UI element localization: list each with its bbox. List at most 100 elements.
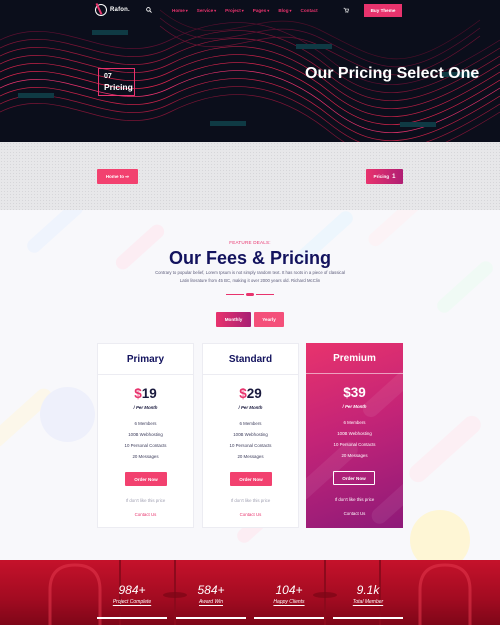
underline-bar: [256, 294, 274, 296]
divider: [306, 373, 403, 374]
price-note: If don't like this price: [334, 497, 375, 502]
stat-value: 9.1k: [356, 583, 380, 597]
underline-bar: [226, 294, 244, 296]
stat-underline-bar: [97, 617, 167, 619]
stats-section: [0, 560, 500, 625]
section-eyebrow: FEATURE DEALS:: [229, 240, 271, 245]
decorative-circle: [410, 510, 470, 560]
chevron-down-icon: ▾: [185, 8, 188, 13]
plan-name: Standard: [228, 354, 273, 365]
stat-caption: Total Member: [352, 599, 384, 605]
stat-caption: Project Complete: [112, 599, 152, 605]
page-number-badge: 07 Pricing: [98, 68, 135, 96]
decorative-pill: [405, 412, 485, 486]
stat-project-complete: 984+ Project Complete: [97, 583, 167, 605]
menu-item-blog[interactable]: Blog▾: [278, 8, 291, 13]
title-underline: [226, 293, 274, 296]
logo-text: Rafon.: [110, 7, 130, 13]
toggle-yearly[interactable]: Yearly: [254, 312, 284, 327]
price-period: / Per Month: [342, 404, 367, 409]
breadcrumb-current-number: 1: [392, 173, 396, 180]
buy-theme-button[interactable]: Buy Theme: [364, 4, 402, 17]
hero-title: Our Pricing Select One: [305, 65, 480, 82]
chevron-down-icon: ▾: [214, 8, 217, 13]
breadcrumb-current-label: Pricing: [373, 174, 390, 179]
section-title: Our Fees & Pricing: [168, 248, 332, 268]
plan-name: Premium: [333, 353, 376, 364]
stat-award-win: 584+ Award Win: [176, 583, 246, 605]
underline-dot: [246, 293, 254, 296]
breadcrumb-band: [0, 142, 500, 210]
feature-item: 20 Messages: [132, 454, 159, 459]
search-icon[interactable]: [146, 7, 152, 13]
feature-item: 100B Webhosting: [337, 431, 372, 436]
feature-item: 100B Webhosting: [233, 432, 268, 437]
section-subtitle: Contrary to popular belief, Lorem Ipsum …: [155, 270, 345, 283]
chevron-down-icon: ▾: [289, 8, 292, 13]
stat-total-member: 9.1k Total Member: [333, 583, 403, 605]
stat-underline-bar: [254, 617, 324, 619]
menu-item-home[interactable]: Home▾: [172, 8, 188, 13]
breadcrumb-current: Pricing 1: [366, 169, 403, 184]
price-note: If don't like this price: [125, 498, 166, 503]
plan-name: Primary: [126, 354, 165, 365]
feature-item: 10 Personal Contacts: [229, 443, 272, 448]
order-now-button[interactable]: Order Now: [125, 472, 167, 486]
currency-symbol: $: [239, 386, 247, 401]
feature-item: 100B Webhosting: [128, 432, 163, 437]
chevron-down-icon: ▾: [267, 8, 270, 13]
menu-item-label: Project: [225, 8, 241, 13]
main-menu: Home▾ Service▾ Project▾ Pages▾ Blog▾ Con…: [172, 8, 327, 13]
menu-item-label: Service: [196, 8, 214, 13]
cart-icon[interactable]: [343, 7, 349, 13]
plan-price: $39: [306, 385, 403, 400]
divider: [203, 374, 298, 375]
menu-item-project[interactable]: Project▾: [225, 8, 244, 13]
stat-happy-clients: 104+ Happy Clients: [254, 583, 324, 605]
toggle-monthly[interactable]: Monthly: [216, 312, 251, 327]
feature-item: 20 Messages: [341, 453, 368, 458]
top-navigation: Rafon. Home▾ Service▾ Project▾ Pages▾ Bl…: [0, 0, 500, 22]
pricing-card-standard: Standard $29 / Per Month 6 Members 100B …: [202, 343, 299, 528]
feature-item: 10 Personal Contacts: [124, 443, 167, 448]
badge-number: 07: [104, 73, 112, 80]
price-amount: 39: [350, 385, 366, 400]
stat-caption: Happy Clients: [273, 599, 305, 605]
plan-price: $29: [203, 386, 298, 401]
feature-item: 10 Personal Contacts: [333, 442, 376, 447]
logo-icon: [95, 4, 107, 16]
hero-section: Rafon. Home▾ Service▾ Project▾ Pages▾ Bl…: [0, 0, 500, 142]
menu-item-contact[interactable]: Contact: [301, 8, 318, 13]
plan-price: $19: [98, 386, 193, 401]
feature-item: 6 Members: [239, 421, 262, 426]
menu-item-service[interactable]: Service▾: [197, 8, 216, 13]
logo[interactable]: Rafon.: [95, 4, 130, 16]
stat-caption: Award Win: [198, 599, 224, 605]
feature-item: 20 Messages: [237, 454, 264, 459]
contact-us-link[interactable]: Contact Us: [306, 511, 403, 516]
price-amount: 29: [246, 386, 262, 401]
currency-symbol: $: [134, 386, 142, 401]
contact-us-link[interactable]: Contact Us: [98, 512, 193, 517]
price-period: / Per Month: [238, 405, 263, 410]
menu-item-label: Contact: [300, 8, 318, 13]
feature-item: 6 Members: [134, 421, 157, 426]
stats-background-art: [48, 560, 472, 625]
divider: [98, 374, 193, 375]
menu-item-label: Pages: [252, 8, 267, 13]
menu-item-label: Home: [172, 8, 185, 13]
stat-underline-bar: [176, 617, 246, 619]
order-now-button[interactable]: Order Now: [230, 472, 272, 486]
pricing-card-primary: Primary $19 / Per Month 6 Members 100B W…: [97, 343, 194, 528]
stat-value: 104+: [275, 583, 303, 597]
breadcrumb-home-button[interactable]: Home to ⇨: [97, 169, 138, 184]
currency-symbol: $: [343, 385, 351, 400]
contact-us-link[interactable]: Contact Us: [203, 512, 298, 517]
menu-item-label: Blog: [278, 8, 289, 13]
price-note: If don't like this price: [230, 498, 271, 503]
feature-item: 6 Members: [343, 420, 366, 425]
menu-item-pages[interactable]: Pages▾: [253, 8, 270, 13]
stat-value: 984+: [118, 583, 146, 597]
pricing-card-premium: Premium $39 / Per Month 6 Members 100B W…: [306, 343, 403, 528]
order-now-button[interactable]: Order Now: [333, 471, 375, 485]
